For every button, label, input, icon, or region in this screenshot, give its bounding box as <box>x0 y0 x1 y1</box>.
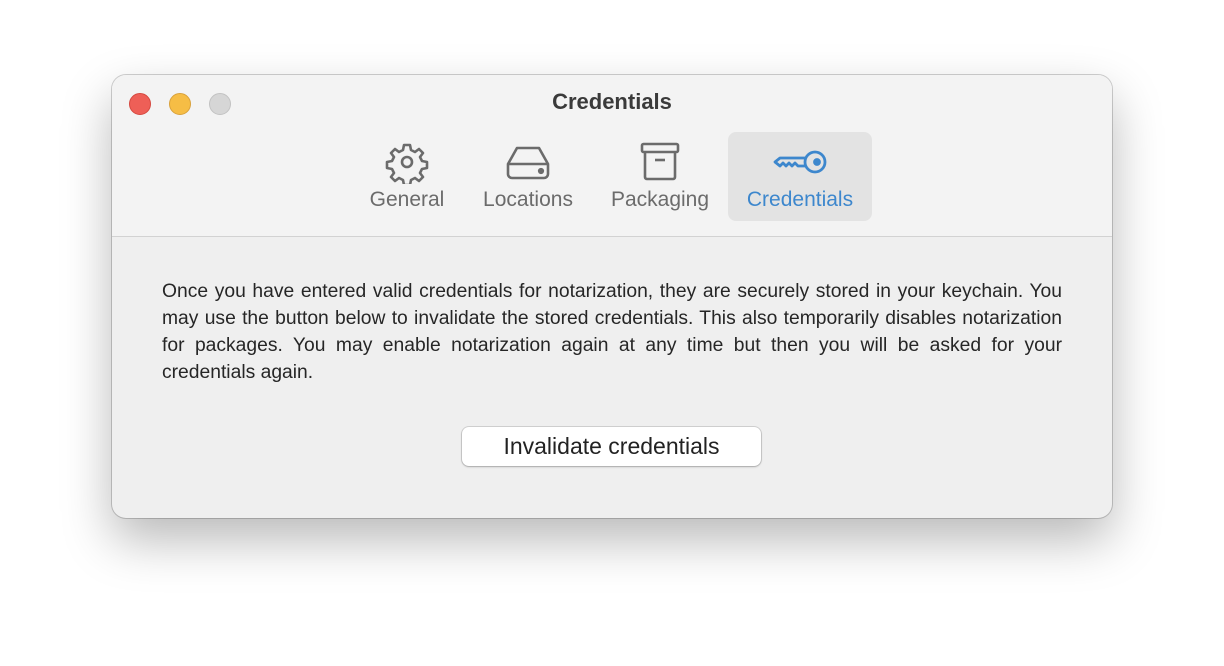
tab-label: General <box>369 188 445 211</box>
tab-label: Packaging <box>610 188 710 211</box>
description-text: Once you have entered valid credentials … <box>162 281 1062 383</box>
gear-icon <box>385 143 429 184</box>
tab-general[interactable]: General <box>357 132 457 221</box>
archive-box-icon <box>640 142 680 181</box>
tab-locations[interactable]: Locations <box>472 132 584 221</box>
toolbar: Credentials General Locations Packaging <box>112 75 1112 237</box>
key-icon <box>773 150 827 174</box>
preferences-window: Credentials General Locations Packaging <box>112 75 1112 518</box>
invalidate-credentials-button[interactable]: Invalidate credentials <box>462 427 761 466</box>
tab-credentials[interactable]: Credentials <box>728 132 872 221</box>
window-title: Credentials <box>552 89 672 114</box>
tab-label: Credentials <box>746 188 854 211</box>
tab-label: Locations <box>483 188 573 211</box>
drive-icon <box>506 146 550 180</box>
tab-packaging[interactable]: Packaging <box>600 132 720 221</box>
